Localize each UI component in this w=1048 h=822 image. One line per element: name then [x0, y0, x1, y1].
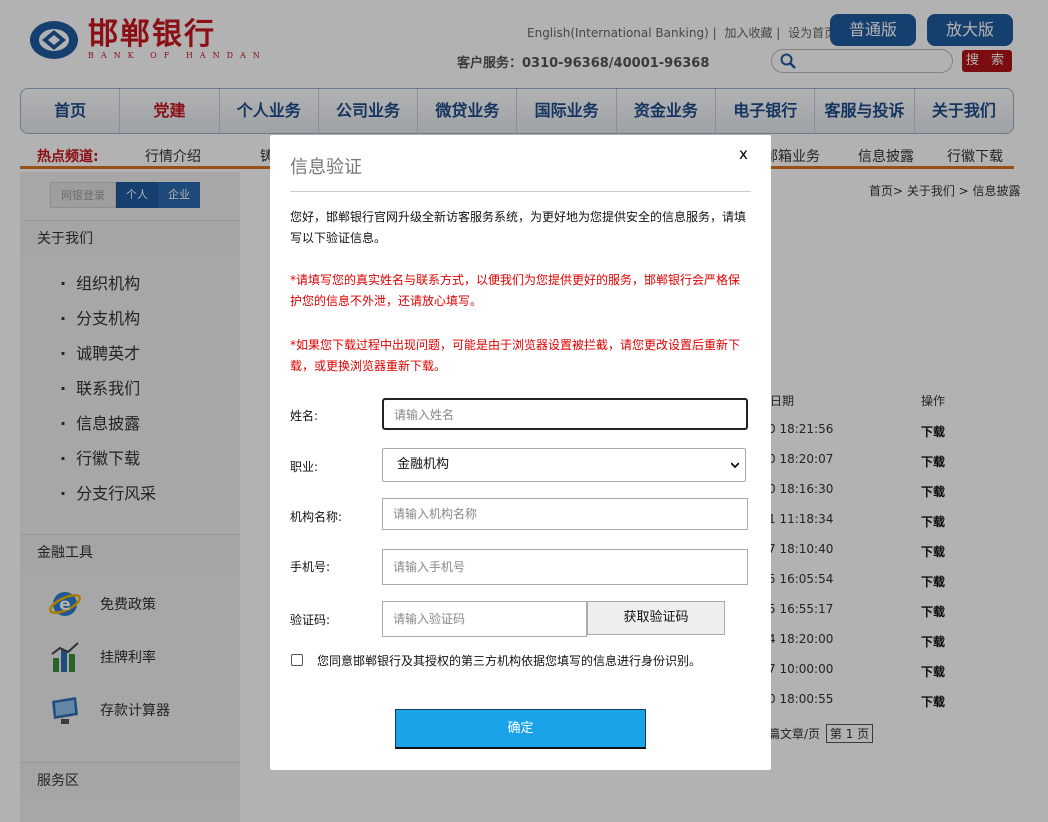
close-icon[interactable]: x: [739, 145, 748, 163]
verify-code-input[interactable]: 请输入验证码: [382, 601, 587, 637]
dialog-divider: [290, 191, 751, 192]
org-name-label: 机构名称:: [290, 510, 343, 524]
occupation-select[interactable]: 金融机构: [382, 448, 746, 482]
agree-checkbox[interactable]: [291, 654, 303, 666]
verification-dialog: 信息验证 x 您好，邯郸银行官网升级全新访客服务系统，为更好地为您提供安全的信息…: [270, 135, 771, 770]
privacy-notice: *请填写您的真实姓名与联系方式，以便我们为您提供更好的服务，邯郸银行会严格保护您…: [290, 273, 741, 308]
get-code-button[interactable]: 获取验证码: [587, 601, 725, 635]
agree-text: 您同意邯郸银行及其授权的第三方机构依据您填写的信息进行身份识别。: [317, 654, 702, 668]
name-input[interactable]: 请输入姓名: [382, 398, 748, 430]
dialog-intro: 您好，邯郸银行官网升级全新访客服务系统，为更好地为您提供安全的信息服务，请填写以…: [290, 210, 747, 245]
org-name-input[interactable]: 请输入机构名称: [382, 498, 748, 530]
occupation-label: 职业:: [290, 460, 319, 474]
phone-label: 手机号:: [290, 560, 331, 574]
verify-code-label: 验证码:: [290, 613, 331, 627]
occupation-value: 金融机构: [397, 457, 450, 472]
name-label: 姓名:: [290, 409, 319, 423]
phone-input[interactable]: 请输入手机号: [382, 549, 748, 585]
chevron-down-icon: [731, 462, 739, 469]
confirm-button[interactable]: 确定: [395, 709, 646, 749]
dialog-title: 信息验证: [290, 157, 362, 178]
download-notice: *如果您下载过程中出现问题，可能是由于浏览器设置被拦截，请您更改设置后重新下载，…: [290, 338, 741, 373]
